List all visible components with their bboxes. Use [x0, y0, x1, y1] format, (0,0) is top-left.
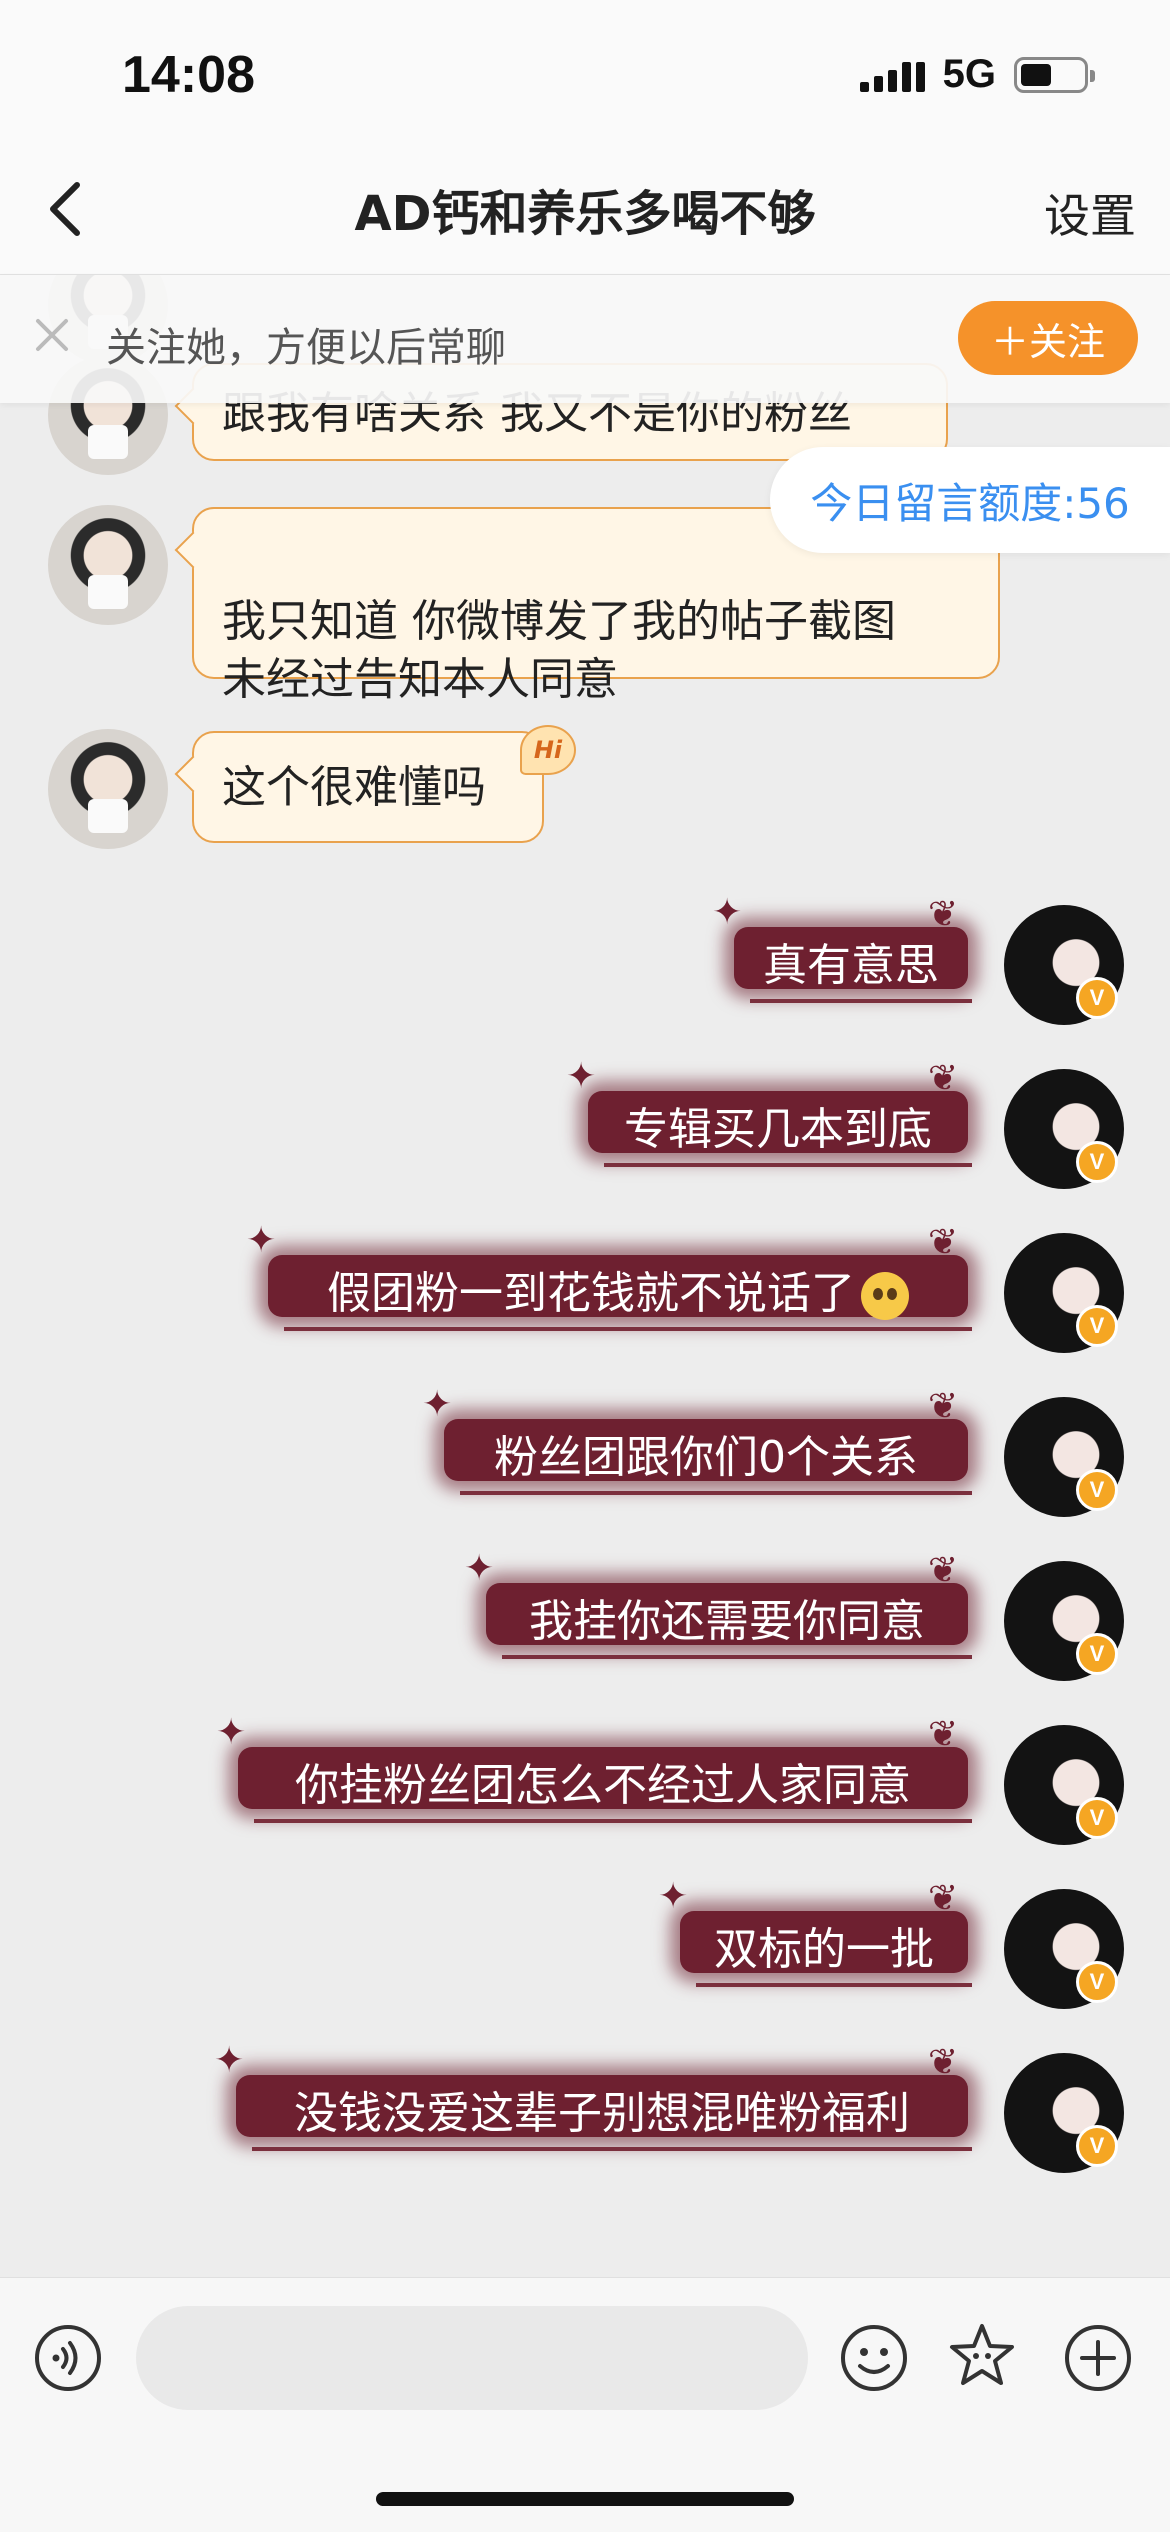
- butterfly-ornament-icon: ✦: [566, 1056, 597, 1097]
- banner-text: 关注她，方便以后常聊: [106, 325, 506, 371]
- status-indicators: 5G: [859, 52, 1095, 97]
- message-input[interactable]: [136, 2306, 808, 2410]
- follow-button[interactable]: ＋关注: [958, 301, 1138, 375]
- butterfly-ornament-icon: ✦: [712, 892, 743, 933]
- verified-badge: V: [1076, 1141, 1118, 1183]
- message-text: 没钱没爱这辈子别想混唯粉福利: [294, 2088, 910, 2139]
- voice-icon[interactable]: [32, 2322, 104, 2394]
- message-text: 双标的一批: [714, 1924, 934, 1975]
- message-text: 我挂你还需要你同意: [529, 1596, 925, 1647]
- message-quota-badge: 今日留言额度:56: [770, 447, 1170, 553]
- verified-badge: V: [1076, 1633, 1118, 1675]
- outgoing-message[interactable]: 粉丝团跟你们0个关系: [430, 1405, 982, 1501]
- message-text: 我只知道 你微博发了我的帖子截图 未经过告知本人同意: [222, 596, 896, 705]
- butterfly-ornament-icon: ❦: [928, 1222, 959, 1263]
- message-text: 这个很难懂吗: [222, 762, 486, 813]
- avatar[interactable]: [48, 505, 168, 625]
- verified-badge: V: [1076, 1797, 1118, 1839]
- message-text: 专辑买几本到底: [624, 1104, 932, 1155]
- butterfly-ornament-icon: ✦: [214, 2040, 245, 2081]
- status-time: 14:08: [122, 46, 255, 104]
- outgoing-message[interactable]: 假团粉一到花钱就不说话了: [254, 1241, 982, 1337]
- message-text: 你挂粉丝团怎么不经过人家同意: [295, 1760, 911, 1811]
- outgoing-message[interactable]: 我挂你还需要你同意: [472, 1569, 982, 1665]
- close-icon[interactable]: [30, 313, 74, 357]
- butterfly-ornament-icon: ✦: [246, 1220, 277, 1261]
- follow-banner: 关注她，方便以后常聊 ＋关注: [0, 275, 1170, 403]
- butterfly-ornament-icon: ❦: [928, 1386, 959, 1427]
- status-bar: 14:08 5G: [0, 0, 1170, 150]
- avatar[interactable]: [48, 729, 168, 849]
- incoming-message[interactable]: 这个很难懂吗: [192, 731, 544, 843]
- outgoing-message[interactable]: 你挂粉丝团怎么不经过人家同意: [224, 1733, 982, 1829]
- outgoing-message[interactable]: 没钱没爱这辈子别想混唯粉福利: [222, 2061, 982, 2157]
- butterfly-ornament-icon: ✦: [422, 1384, 453, 1425]
- signal-icon: [859, 58, 925, 92]
- settings-button[interactable]: 设置: [1044, 180, 1136, 246]
- outgoing-message[interactable]: 专辑买几本到底: [574, 1077, 982, 1173]
- verified-badge: V: [1076, 2125, 1118, 2167]
- butterfly-ornament-icon: ❦: [928, 894, 959, 935]
- star-face-icon[interactable]: [946, 2320, 1018, 2392]
- butterfly-ornament-icon: ❦: [928, 1058, 959, 1099]
- home-indicator: [376, 2492, 794, 2506]
- hi-badge: Hi: [520, 725, 576, 775]
- butterfly-ornament-icon: ✦: [216, 1712, 247, 1753]
- butterfly-ornament-icon: ❦: [928, 1714, 959, 1755]
- butterfly-ornament-icon: ✦: [464, 1548, 495, 1589]
- verified-badge: V: [1076, 1305, 1118, 1347]
- plus-circle-icon[interactable]: [1062, 2322, 1134, 2394]
- butterfly-ornament-icon: ❦: [928, 1878, 959, 1919]
- chat-title: AD钙和养乐多喝不够: [354, 186, 816, 242]
- message-text: 粉丝团跟你们0个关系: [494, 1432, 918, 1483]
- butterfly-ornament-icon: ❦: [928, 1550, 959, 1591]
- message-text: 假团粉一到花钱就不说话了: [327, 1257, 909, 1321]
- butterfly-ornament-icon: ❦: [928, 2042, 959, 2083]
- message-text: 真有意思: [763, 940, 939, 991]
- chat-area[interactable]: 跟我有啥关系 我又不是你的粉丝 我只知道 你微博发了我的帖子截图 未经过告知本人…: [0, 275, 1170, 2275]
- butterfly-ornament-icon: ✦: [658, 1876, 689, 1917]
- verified-badge: V: [1076, 977, 1118, 1019]
- network-label: 5G: [942, 52, 996, 96]
- battery-icon: [1014, 56, 1095, 93]
- verified-badge: V: [1076, 1961, 1118, 2003]
- message-text-body: 假团粉一到花钱就不说话了: [327, 1268, 855, 1319]
- verified-badge: V: [1076, 1469, 1118, 1511]
- nav-bar: AD钙和养乐多喝不够 设置: [0, 150, 1170, 275]
- smiley-icon[interactable]: [838, 2322, 910, 2394]
- pleading-face-icon: [861, 1272, 909, 1320]
